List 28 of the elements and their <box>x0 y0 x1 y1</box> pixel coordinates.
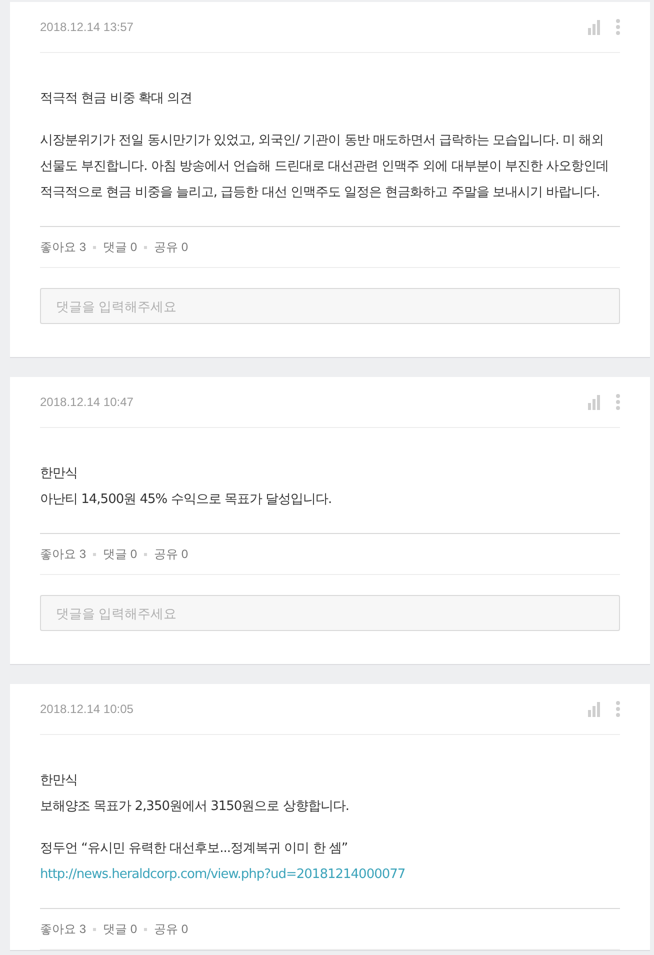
post-stat[interactable]: 댓글 0 <box>103 238 138 256</box>
more-icon[interactable] <box>616 701 620 717</box>
post-stat[interactable]: 댓글 0 <box>103 920 138 938</box>
comment-input[interactable]: 댓글을 입력해주세요 <box>40 595 620 631</box>
post-text: 한만식 <box>40 772 78 790</box>
post-stat[interactable]: 좋아요 3 <box>40 238 86 256</box>
post-stat[interactable]: 공유 0 <box>154 920 188 938</box>
post-stat[interactable]: 공유 0 <box>154 546 188 562</box>
bar-chart-icon[interactable] <box>588 20 600 34</box>
post-stat[interactable]: 좋아요 3 <box>40 920 86 938</box>
more-icon[interactable] <box>616 394 620 410</box>
comment-input[interactable]: 댓글을 입력해주세요 <box>40 288 620 324</box>
post-stat[interactable]: 공유 0 <box>154 238 188 256</box>
post-text: 한만식 <box>40 465 78 483</box>
post-stat[interactable]: 좋아요 3 <box>40 546 86 562</box>
post-text: 적극적 현금 비중 확대 의견 <box>40 90 194 108</box>
article-link[interactable]: http://news.heraldcorp.com/view.php?ud=20181214000077 <box>40 862 406 888</box>
post-date: 2018.12.14 10:47 <box>40 395 134 409</box>
post-text: 정두언 “유시민 유력한 대선후보...정계복귀 이미 한 셈” <box>40 840 349 858</box>
post-date: 2018.12.14 13:57 <box>40 20 134 34</box>
more-icon[interactable] <box>616 19 620 35</box>
post-text: 보해양조 목표가 2,350원에서 3150원으로 상향합니다. <box>40 798 350 816</box>
post-stat[interactable]: 댓글 0 <box>103 546 138 562</box>
bar-chart-icon[interactable] <box>588 394 600 410</box>
post-text: 아난티 14,500원 45% 수익으로 목표가 달성입니다. <box>40 491 333 509</box>
post-text: 시장분위기가 전일 동시만기가 있었고, 외국인/ 기관이 동반 매도하면서 급락하는 모습입니다. 미 해외 선물도 부진합니다. 아침 방송에서 언습해 드린대로 대선관련 인맥주 외에 대부분이 부진한 사오항인데 적극적으로 현금 비중을 늘리고, 급등한 대선 인맥주도 일정은 현금화하고 주말을 보내시기 바랍니다. <box>40 132 610 202</box>
bar-chart-icon[interactable] <box>588 702 600 716</box>
post-date: 2018.12.14 10:05 <box>40 702 134 716</box>
